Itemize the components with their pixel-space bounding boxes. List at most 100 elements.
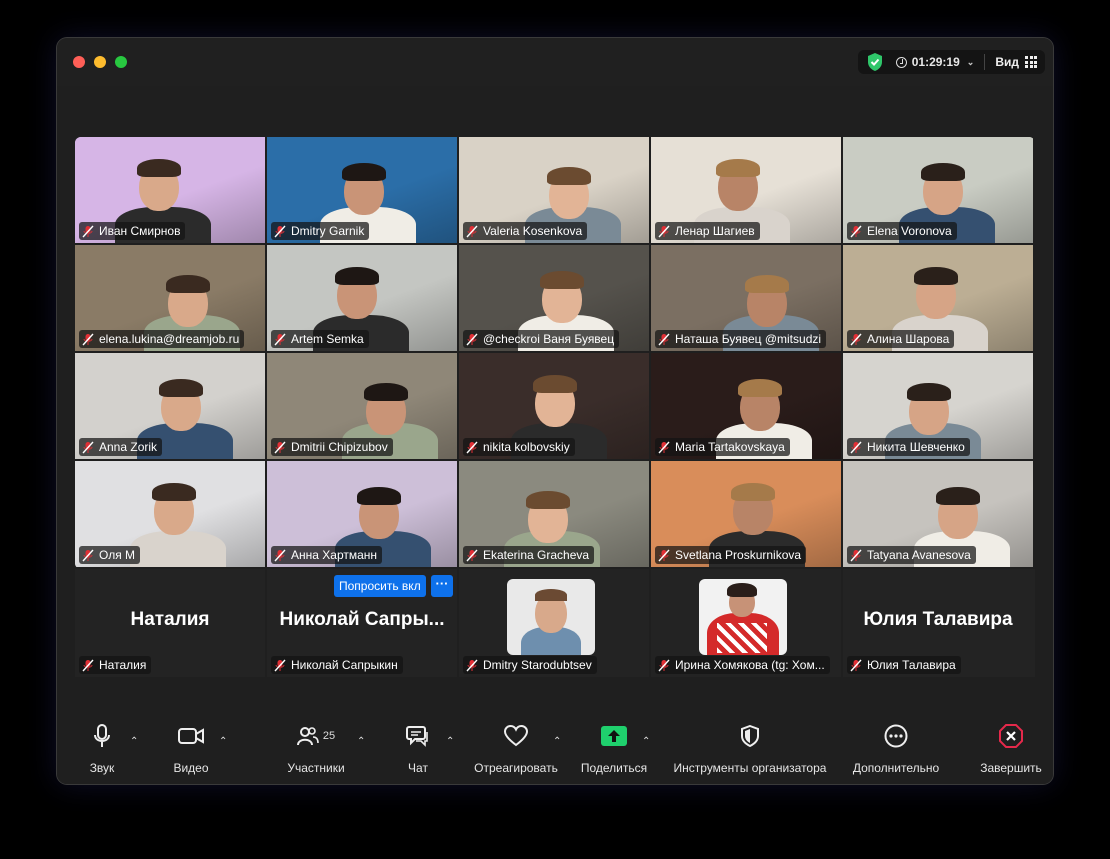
participant-tile[interactable]: Dmitry Starodubtsev	[459, 569, 649, 677]
muted-mic-icon	[466, 659, 478, 671]
chat-button[interactable]: Чат	[401, 718, 435, 784]
person-hair	[166, 275, 210, 293]
person-hair	[745, 275, 789, 293]
host-tools-button[interactable]: Инструменты организатора	[667, 718, 833, 784]
person-hair	[364, 383, 408, 401]
share-options-chevron-up-icon[interactable]: ⌃	[642, 736, 650, 747]
muted-mic-icon	[850, 225, 862, 237]
meeting-toolbar: Звук ⌃ Видео ⌃ 25 Участники ⌃ Чат ⌃ Отре…	[57, 718, 1053, 784]
participant-video-tile[interactable]: @checkroi Ваня Буявец	[459, 245, 649, 351]
participant-name: Artem Semka	[291, 332, 364, 346]
participant-name: Юлия Талавира	[867, 658, 956, 672]
participant-name: Dmitry Starodubtsev	[483, 658, 592, 672]
end-meeting-button[interactable]: Завершить	[977, 718, 1045, 784]
participant-name: Алина Шарова	[867, 332, 950, 346]
participants-label: Участники	[287, 761, 345, 775]
participant-tile[interactable]: Ирина Хомякова (tg: Хом...	[651, 569, 841, 677]
muted-mic-icon	[658, 225, 670, 237]
participant-name-tag: Ленар Шагиев	[655, 222, 760, 240]
video-options-chevron-up-icon[interactable]: ⌃	[219, 736, 227, 747]
participant-name: Valeria Kosenkova	[483, 224, 583, 238]
participant-video-tile[interactable]: Анна Хартманн	[267, 461, 457, 567]
participant-video-tile[interactable]: Artem Semka	[267, 245, 457, 351]
end-label: Завершить	[980, 761, 1042, 775]
participant-name: Ekaterina Gracheva	[483, 548, 590, 562]
muted-mic-icon	[658, 441, 670, 453]
participant-video-tile[interactable]: Anna Zorik	[75, 353, 265, 459]
fullscreen-window-button[interactable]	[115, 56, 127, 68]
participant-name: Anna Zorik	[99, 440, 158, 454]
participant-video-tile[interactable]: Алина Шарова	[843, 245, 1033, 351]
heart-icon	[504, 725, 528, 747]
participant-name-tag: Наталия	[79, 656, 152, 674]
participant-name: Иван Смирнов	[99, 224, 181, 238]
audio-options-chevron-up-icon[interactable]: ⌃	[130, 736, 138, 747]
participant-video-tile[interactable]: elena.lukina@dreamjob.ru	[75, 245, 265, 351]
participant-name: Maria Tartakovskaya	[675, 440, 785, 454]
muted-mic-icon	[274, 549, 286, 561]
participant-video-tile[interactable]: Наташа Буявец @mitsudzi	[651, 245, 841, 351]
participant-video-tile[interactable]: Оля М	[75, 461, 265, 567]
participant-name-tag: Dmitry Garnik	[271, 222, 370, 240]
person-hair	[914, 267, 958, 285]
muted-mic-icon	[466, 549, 478, 561]
share-screen-button[interactable]: Поделиться	[579, 718, 649, 784]
chevron-down-icon: ⌄	[966, 56, 975, 67]
audio-label: Звук	[89, 761, 115, 775]
meeting-info-pill[interactable]: 01:29:19 ⌄ Вид	[857, 50, 1045, 74]
participant-name-tag: Николай Сапрыкин	[271, 656, 403, 674]
participant-name-tag: Artem Semka	[271, 330, 369, 348]
tile-more-options-button[interactable]: ···	[431, 575, 453, 597]
participant-video-tile[interactable]: Ленар Шагиев	[651, 137, 841, 243]
ask-to-start-video-button[interactable]: Попросить вкл	[334, 575, 426, 597]
muted-mic-icon	[658, 549, 670, 561]
participant-video-tile[interactable]: Elena Voronova	[843, 137, 1033, 243]
participant-video-tile[interactable]: Dmitrii Chipizubov	[267, 353, 457, 459]
reactions-options-chevron-up-icon[interactable]: ⌃	[553, 736, 561, 747]
participant-video-tile[interactable]: Ekaterina Gracheva	[459, 461, 649, 567]
participant-video-tile[interactable]: Dmitry Garnik	[267, 137, 457, 243]
reactions-label: Отреагировать	[474, 761, 558, 775]
participant-name-tag: Anna Zorik	[79, 438, 163, 456]
participant-name: Никита Шевченко	[867, 440, 965, 454]
view-button-label[interactable]: Вид	[995, 55, 1019, 69]
participant-video-tile[interactable]: Svetlana Proskurnikova	[651, 461, 841, 567]
person-hair	[547, 167, 591, 185]
participant-video-tile[interactable]: Иван Смирнов	[75, 137, 265, 243]
participant-video-tile[interactable]: Maria Tartakovskaya	[651, 353, 841, 459]
muted-mic-icon	[82, 225, 94, 237]
person-hair	[907, 383, 951, 401]
participants-button[interactable]: 25 Участники	[283, 718, 349, 784]
more-options-button[interactable]: Дополнительно	[849, 718, 943, 784]
minimize-window-button[interactable]	[94, 56, 106, 68]
audio-button[interactable]: Звук	[85, 718, 119, 784]
video-button[interactable]: Видео	[169, 718, 213, 784]
participant-avatar	[507, 579, 595, 655]
chat-label: Чат	[408, 761, 428, 775]
participant-video-tile[interactable]: nikita kolbovskiy	[459, 353, 649, 459]
participant-name: Ленар Шагиев	[675, 224, 755, 238]
meeting-timer[interactable]: 01:29:19 ⌄	[895, 55, 975, 69]
video-grid: Иван Смирнов Dmitry Garnik Valeria Kosenko…	[75, 137, 1035, 569]
close-window-button[interactable]	[73, 56, 85, 68]
muted-mic-icon	[466, 225, 478, 237]
timer-value: 01:29:19	[911, 55, 960, 69]
grid-view-icon[interactable]	[1025, 56, 1037, 68]
participant-video-tile[interactable]: Valeria Kosenkova	[459, 137, 649, 243]
participant-tile[interactable]: Юлия Талавира Юлия Талавира	[843, 569, 1035, 677]
muted-mic-icon	[850, 441, 862, 453]
person-hair	[540, 271, 584, 289]
reactions-button[interactable]: Отреагировать	[471, 718, 561, 784]
encryption-shield-icon[interactable]	[866, 52, 884, 72]
participant-name-tag: Maria Tartakovskaya	[655, 438, 790, 456]
participant-name-tag: Tatyana Avanesova	[847, 546, 976, 564]
muted-mic-icon	[658, 659, 670, 671]
participant-tile[interactable]: Наталия Наталия	[75, 569, 265, 677]
participant-video-tile[interactable]: Никита Шевченко	[843, 353, 1033, 459]
participant-name: Анна Хартманн	[291, 548, 378, 562]
participant-video-tile[interactable]: Tatyana Avanesova	[843, 461, 1033, 567]
participants-options-chevron-up-icon[interactable]: ⌃	[357, 736, 365, 747]
chat-options-chevron-up-icon[interactable]: ⌃	[446, 736, 454, 747]
participant-name-tag: @checkroi Ваня Буявец	[463, 330, 620, 348]
participant-name-tag: nikita kolbovskiy	[463, 438, 575, 456]
